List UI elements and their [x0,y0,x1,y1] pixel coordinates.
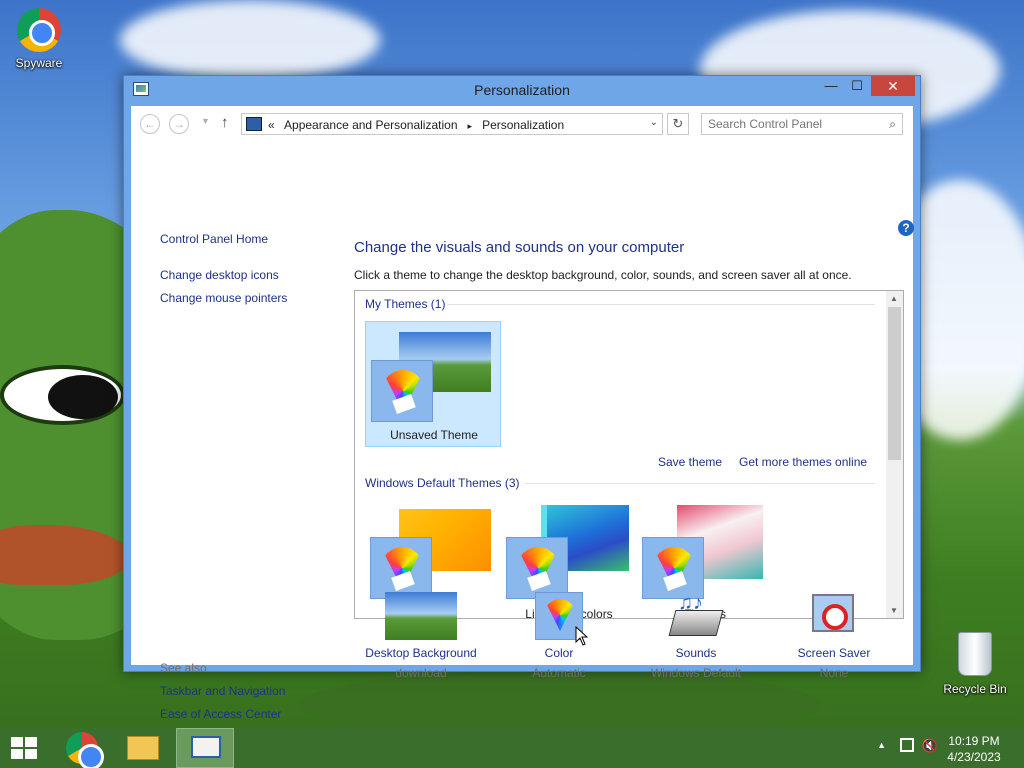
screen-saver-value: None [819,666,849,680]
folder-icon [127,736,159,760]
personalization-window: Personalization — ☐ ✕ ← → ▼ ↑ « Appearan… [123,75,921,721]
minimize-button[interactable]: — [817,76,845,96]
color-item[interactable]: Color Automatic [491,592,627,680]
scrollbar-thumb[interactable] [888,307,901,460]
color-label[interactable]: Color [491,646,627,660]
breadcrumb-separator[interactable]: ▸ [468,121,473,131]
chrome-icon [66,732,104,768]
taskbar-navigation-link[interactable]: Taskbar and Navigation [160,684,285,698]
breadcrumb-personalization[interactable]: Personalization [482,118,564,132]
windows-logo-icon [11,737,38,759]
change-mouse-pointers-link[interactable]: Change mouse pointers [160,291,287,305]
page-description: Click a theme to change the desktop back… [354,268,852,282]
close-button[interactable]: ✕ [871,76,915,96]
see-also-heading: See also [160,661,207,675]
ease-of-access-link[interactable]: Ease of Access Center [160,707,281,721]
recent-locations-chevron-icon[interactable]: ▼ [201,116,210,126]
wallpaper-frog-pupil [48,375,118,419]
desktop-icon-label: Spyware [15,56,63,70]
title-bar[interactable]: Personalization — ☐ ✕ [124,76,920,104]
sounds-icon: ♫♪ [628,592,764,642]
theme-unsaved[interactable]: Unsaved Theme [365,321,501,447]
taskbar: ▲ 🔇 10:19 PM 4/23/2023 [0,728,1024,768]
desktop: Spyware Recycle Bin Personalization — ☐ … [0,0,1024,768]
clock[interactable]: 10:19 PM 4/23/2023 [942,733,1006,765]
refresh-icon[interactable]: ↻ [667,113,689,135]
color-palette-icon [370,537,432,599]
volume-muted-icon[interactable]: 🔇 [922,738,938,754]
screen-saver-icon [766,592,902,642]
search-input[interactable] [708,115,883,133]
sounds-value: Windows Default [650,666,742,680]
start-button[interactable] [0,728,56,768]
address-bar[interactable]: « Appearance and Personalization ▸ Perso… [241,113,663,135]
sounds-label[interactable]: Sounds [628,646,764,660]
breadcrumb: « Appearance and Personalization ▸ Perso… [268,118,564,132]
screen-saver-label[interactable]: Screen Saver [766,646,902,660]
change-desktop-icons-link[interactable]: Change desktop icons [160,268,279,282]
clock-time: 10:19 PM [948,734,1000,748]
taskbar-file-explorer-button[interactable] [115,728,171,768]
maximize-button[interactable]: ☐ [843,76,871,96]
desktop-background-label[interactable]: Desktop Background [353,646,489,660]
default-themes-heading: Windows Default Themes (3) [365,476,520,490]
show-hidden-icons-chevron-icon[interactable]: ▲ [877,740,886,750]
control-panel-home-link[interactable]: Control Panel Home [160,232,268,246]
search-icon[interactable]: ⌕ [889,117,896,132]
theme-list: My Themes (1) Unsaved Theme Save theme G… [354,290,904,619]
color-palette-icon [371,360,433,422]
network-icon[interactable] [900,738,914,752]
divider [525,483,875,484]
theme-name: Unsaved Theme [390,428,478,442]
theme-list-scrollbar[interactable]: ▲ ▼ [886,291,903,618]
navigation-bar: ← → ▼ ↑ « Appearance and Personalization… [131,106,913,142]
desktop-icon-label: Recycle Bin [943,682,1007,696]
divider [447,304,875,305]
mouse-cursor-icon [575,626,589,646]
color-palette-icon [491,592,627,642]
save-theme-link[interactable]: Save theme [658,455,722,469]
control-panel-icon [246,117,262,131]
search-box: ⌕ [701,113,903,135]
chevron-down-icon[interactable]: ⌄ [650,117,658,128]
back-arrow-icon[interactable]: ← [140,114,160,134]
window-title: Personalization [474,82,570,98]
recycle-bin-icon [958,632,992,676]
forward-arrow-icon[interactable]: → [169,114,189,134]
up-arrow-icon[interactable]: ↑ [221,114,229,131]
scroll-up-icon[interactable]: ▲ [890,294,898,303]
color-palette-icon [642,537,704,599]
desktop-icon-recycle-bin[interactable]: Recycle Bin [940,632,1010,696]
desktop-icon-spyware[interactable]: Spyware [4,8,74,70]
desktop-background-icon [353,592,489,642]
screen-saver-item[interactable]: Screen Saver None [766,592,902,680]
clock-date: 4/23/2023 [947,750,1001,764]
window-client-area: ← → ▼ ↑ « Appearance and Personalization… [131,106,914,721]
taskbar-control-panel-button[interactable] [176,728,234,768]
page-title: Change the visuals and sounds on your co… [354,239,685,256]
breadcrumb-overflow[interactable]: « [268,118,275,132]
desktop-background-item[interactable]: Desktop Background download [353,592,489,680]
get-more-themes-link[interactable]: Get more themes online [739,455,867,469]
desktop-background-value: download [395,666,447,680]
control-panel-icon [191,736,221,758]
breadcrumb-appearance[interactable]: Appearance and Personalization [284,118,457,132]
color-value: Automatic [532,666,586,680]
color-palette-icon [506,537,568,599]
sounds-item[interactable]: ♫♪ Sounds Windows Default [628,592,764,680]
cloud [120,0,380,80]
help-icon[interactable]: ? [898,220,914,236]
taskbar-chrome-button[interactable] [54,728,110,768]
my-themes-heading: My Themes (1) [365,297,446,311]
chrome-icon [17,8,61,52]
